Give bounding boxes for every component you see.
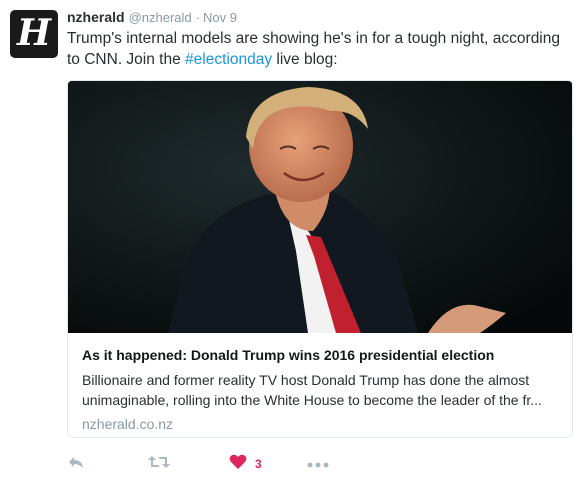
reply-icon [67,454,85,475]
retweet-icon [148,454,170,475]
tweet-text-end: live blog: [272,51,338,68]
tweet-date[interactable]: Nov 9 [203,10,237,25]
display-name[interactable]: nzherald [67,9,125,25]
more-button[interactable] [307,452,329,476]
more-icon [307,455,329,473]
card-body: As it happened: Donald Trump wins 2016 p… [82,345,562,434]
tweet-actions: 3 [67,452,367,476]
avatar[interactable]: H [10,10,58,58]
reply-button[interactable] [67,452,85,476]
card-description: Billionaire and former reality TV host D… [82,372,542,408]
like-count: 3 [255,457,262,471]
heart-icon [229,454,247,475]
tweet-text: Trump's internal models are showing he's… [67,28,567,70]
card-title[interactable]: As it happened: Donald Trump wins 2016 p… [82,345,562,365]
tweet-header: nzherald @nzherald · Nov 9 [67,8,237,27]
user-handle[interactable]: @nzherald [129,10,192,25]
card-photo [68,81,572,333]
separator-dot: · [195,10,200,25]
nzherald-logo: H [16,12,51,54]
card-image[interactable] [68,81,572,333]
like-button[interactable]: 3 [229,452,262,476]
hashtag-link[interactable]: #electionday [185,51,272,68]
link-card[interactable]: As it happened: Donald Trump wins 2016 p… [67,80,573,438]
retweet-button[interactable] [148,452,170,476]
card-domain: nzherald.co.nz [82,416,174,432]
